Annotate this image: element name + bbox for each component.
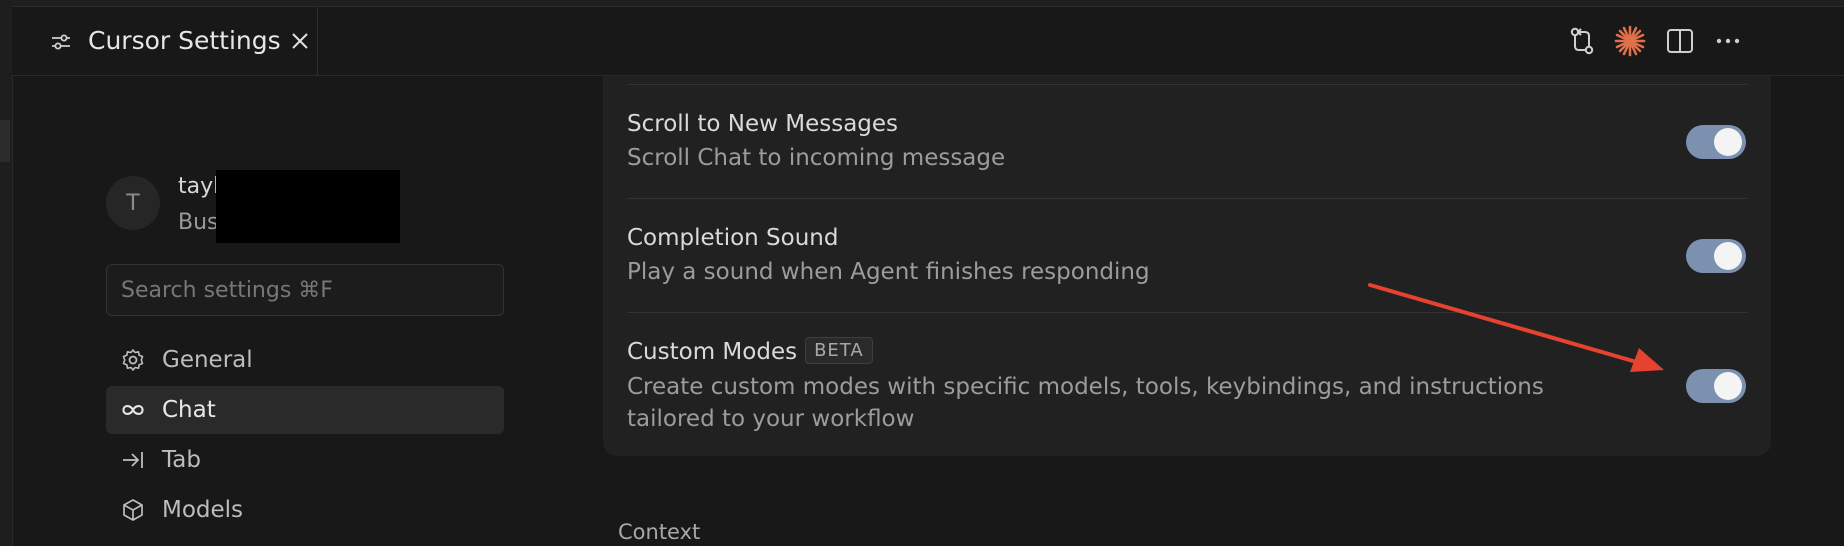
search-input[interactable] <box>106 264 504 316</box>
activity-bar-indicator <box>0 120 10 162</box>
section-heading-context: Context <box>618 520 701 544</box>
user-plan: Bus <box>178 210 219 235</box>
settings-panel: Scroll to New Messages Scroll Chat to in… <box>603 76 1771 456</box>
custom-modes-toggle[interactable] <box>1686 369 1746 403</box>
sidebar-item-models[interactable]: Models <box>106 486 504 534</box>
setting-description: Play a sound when Agent finishes respond… <box>627 259 1150 285</box>
sidebar-item-label: Models <box>162 497 244 523</box>
sidebar-item-label: General <box>162 347 253 373</box>
setting-description: Scroll Chat to incoming message <box>627 145 1006 171</box>
activity-bar <box>0 0 13 546</box>
sidebar-item-tab[interactable]: Tab <box>106 436 504 484</box>
redaction-box <box>216 170 400 243</box>
setting-title: Completion Sound <box>627 225 839 251</box>
toggle-knob <box>1714 372 1742 400</box>
sidebar-item-general[interactable]: General <box>106 336 504 384</box>
toggle-knob <box>1714 128 1742 156</box>
split-editor-icon[interactable] <box>1664 25 1696 57</box>
toggle-knob <box>1714 242 1742 270</box>
divider <box>627 198 1747 199</box>
gear-icon <box>120 348 146 372</box>
close-icon[interactable] <box>290 31 310 51</box>
scroll-to-new-messages-toggle[interactable] <box>1686 125 1746 159</box>
setting-title: Scroll to New Messages <box>627 111 899 137</box>
settings-sliders-icon <box>52 34 70 50</box>
setting-title: Custom Modes BETA <box>627 337 873 365</box>
cursor-spark-icon[interactable] <box>1614 25 1646 57</box>
sidebar-item-label: Tab <box>162 447 201 473</box>
tab-cursor-settings[interactable]: Cursor Settings <box>26 7 318 75</box>
source-control-icon[interactable] <box>1566 25 1598 57</box>
setting-description: Create custom modes with specific models… <box>627 374 1544 432</box>
tab-arrow-icon <box>120 448 146 472</box>
more-icon[interactable] <box>1712 25 1744 57</box>
user-name: tayl <box>178 174 220 199</box>
divider <box>627 312 1747 313</box>
tab-title: Cursor Settings <box>88 26 281 55</box>
sidebar-item-label: Chat <box>162 397 216 423</box>
cube-icon <box>120 498 146 522</box>
avatar: T <box>106 176 160 230</box>
infinity-icon <box>120 398 146 422</box>
setting-title-text: Custom Modes <box>627 339 798 365</box>
beta-badge: BETA <box>805 337 873 364</box>
tab-bar: Cursor Settings <box>12 7 1844 76</box>
divider <box>627 84 1747 85</box>
completion-sound-toggle[interactable] <box>1686 239 1746 273</box>
title-bar <box>12 0 1844 7</box>
sidebar-item-chat[interactable]: Chat <box>106 386 504 434</box>
